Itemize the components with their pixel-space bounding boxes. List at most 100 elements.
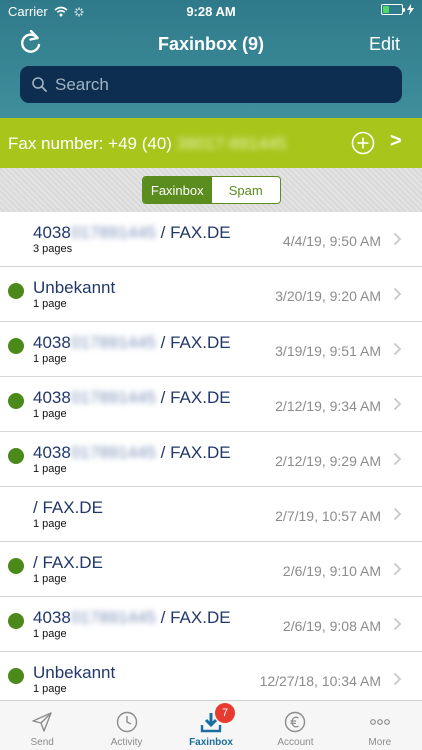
item-title-prefix: 4038 (33, 443, 71, 462)
chevron-right-icon (393, 672, 402, 686)
segment-area: Faxinbox Spam (0, 168, 422, 212)
list-item[interactable]: 4038017891445 / FAX.DE 1 page 2/6/19, 9:… (0, 597, 422, 652)
unread-dot-icon (8, 338, 24, 354)
chevron-right-icon (393, 562, 402, 576)
item-date: 4/4/19, 9:50 AM (282, 233, 381, 249)
tab-send[interactable]: Send (0, 701, 84, 750)
item-title-blurred: 017891445 (70, 388, 156, 407)
unread-dot-icon (8, 558, 24, 574)
segment-faxinbox[interactable]: Faxinbox (143, 177, 212, 203)
item-pages: 1 page (33, 463, 67, 475)
item-date: 2/6/19, 9:10 AM (282, 563, 381, 579)
tab-activity[interactable]: Activity (84, 701, 168, 750)
unread-count-badge: 7 (215, 703, 236, 723)
item-title: 4038017891445 / FAX.DE (33, 333, 231, 353)
tab-account[interactable]: Account (253, 701, 337, 750)
item-date: 2/12/19, 9:29 AM (275, 453, 381, 469)
item-date: 2/6/19, 9:08 AM (282, 618, 381, 634)
item-pages: 3 pages (33, 243, 73, 255)
list-item[interactable]: Unbekannt 1 page 3/20/19, 9:20 AM (0, 267, 422, 322)
item-title-prefix: / FAX.DE (33, 498, 103, 517)
item-pages: 1 page (33, 298, 67, 310)
page-title: Faxinbox (9) (157, 34, 264, 54)
item-title-prefix: 4038 (33, 388, 71, 407)
battery-icon (381, 4, 405, 15)
tab-send-label: Send (30, 737, 54, 748)
item-title-suffix: / FAX.DE (155, 333, 231, 352)
search-icon (32, 77, 47, 92)
search-placeholder: Search (55, 74, 109, 94)
status-bar: Carrier 9:28 AM (0, 0, 422, 22)
item-date: 2/7/19, 10:57 AM (275, 508, 381, 524)
list-item[interactable]: 4038017891445 / FAX.DE 3 pages 4/4/19, 9… (0, 212, 422, 267)
item-title: Unbekannt (33, 278, 115, 298)
fax-number-prefix: Fax number: +49 (40) (8, 134, 177, 153)
list-item[interactable]: Unbekannt 1 page 12/27/18, 10:34 AM (0, 652, 422, 700)
fax-number-label: Fax number: +49 (40) 38017-891445 (8, 134, 286, 154)
charging-icon (407, 4, 414, 15)
item-pages: 1 page (33, 518, 67, 530)
fax-number-blurred: 38017-891445 (176, 134, 287, 153)
item-title: 4038017891445 / FAX.DE (33, 388, 231, 408)
item-date: 12/27/18, 10:34 AM (259, 673, 381, 689)
item-title-blurred: 017891445 (70, 223, 156, 242)
list-item[interactable]: 4038017891445 / FAX.DE 1 page 2/12/19, 9… (0, 377, 422, 432)
chevron-right-icon (393, 287, 402, 301)
add-circle-icon[interactable] (351, 131, 375, 155)
unread-dot-icon (8, 613, 24, 629)
list-item[interactable]: 4038017891445 / FAX.DE 1 page 2/12/19, 9… (0, 432, 422, 487)
chevron-right-icon (393, 342, 402, 356)
item-date: 2/12/19, 9:34 AM (275, 398, 381, 414)
item-title: / FAX.DE (33, 553, 103, 573)
tab-more[interactable]: More (338, 701, 422, 750)
tab-faxinbox[interactable]: Faxinbox 7 (169, 701, 253, 750)
segment-spam[interactable]: Spam (211, 177, 280, 203)
fax-list: 4038017891445 / FAX.DE 3 pages 4/4/19, 9… (0, 212, 422, 700)
item-date: 3/19/19, 9:51 AM (275, 343, 381, 359)
item-pages: 1 page (33, 573, 67, 585)
item-title-prefix: Unbekannt (33, 278, 116, 297)
more-dots-icon (369, 719, 390, 725)
status-time: 9:28 AM (186, 4, 236, 19)
unread-dot-icon (8, 668, 24, 684)
chevron-right-icon[interactable]: > (390, 130, 402, 153)
item-date: 3/20/19, 9:20 AM (275, 288, 381, 304)
item-title-prefix: / FAX.DE (33, 553, 103, 572)
item-title: 4038017891445 / FAX.DE (33, 223, 231, 243)
item-title-prefix: 4038 (33, 608, 71, 627)
edit-button[interactable]: Edit (369, 34, 400, 55)
unread-dot-icon (8, 448, 24, 464)
list-item[interactable]: / FAX.DE 1 page 2/7/19, 10:57 AM (0, 487, 422, 542)
clock-icon (116, 711, 137, 733)
item-title-blurred: 017891445 (70, 333, 156, 352)
item-title-suffix: / FAX.DE (155, 443, 231, 462)
tab-activity-label: Activity (110, 737, 143, 748)
item-title: 4038017891445 / FAX.DE (33, 608, 231, 628)
item-pages: 1 page (33, 353, 67, 365)
item-title-suffix: / FAX.DE (155, 388, 231, 407)
tab-bar: Send Activity Faxinbox 7 Account More (0, 700, 422, 750)
item-title-prefix: 4038 (33, 223, 71, 242)
status-right (381, 4, 414, 15)
chevron-right-icon (393, 397, 402, 411)
item-pages: 1 page (33, 408, 67, 420)
item-title-blurred: 017891445 (70, 608, 156, 627)
item-title-suffix: / FAX.DE (155, 608, 231, 627)
item-title: Unbekannt (33, 663, 115, 683)
search-input[interactable]: Search (20, 66, 402, 103)
euro-icon (285, 711, 306, 733)
tab-account-label: Account (277, 737, 314, 748)
item-title-suffix: / FAX.DE (155, 223, 231, 242)
tab-more-label: More (368, 737, 392, 748)
unread-dot-icon (8, 283, 24, 299)
item-title: 4038017891445 / FAX.DE (33, 443, 231, 463)
send-paperplane-icon (32, 712, 52, 732)
segmented-control: Faxinbox Spam (142, 176, 281, 204)
chevron-right-icon (393, 452, 402, 466)
item-title-prefix: Unbekannt (33, 663, 116, 682)
list-item[interactable]: / FAX.DE 1 page 2/6/19, 9:10 AM (0, 542, 422, 597)
fax-number-bar[interactable]: Fax number: +49 (40) 38017-891445 > (0, 118, 422, 168)
list-item[interactable]: 4038017891445 / FAX.DE 1 page 3/19/19, 9… (0, 322, 422, 377)
chevron-right-icon (393, 232, 402, 246)
tab-faxinbox-label: Faxinbox (189, 737, 233, 748)
